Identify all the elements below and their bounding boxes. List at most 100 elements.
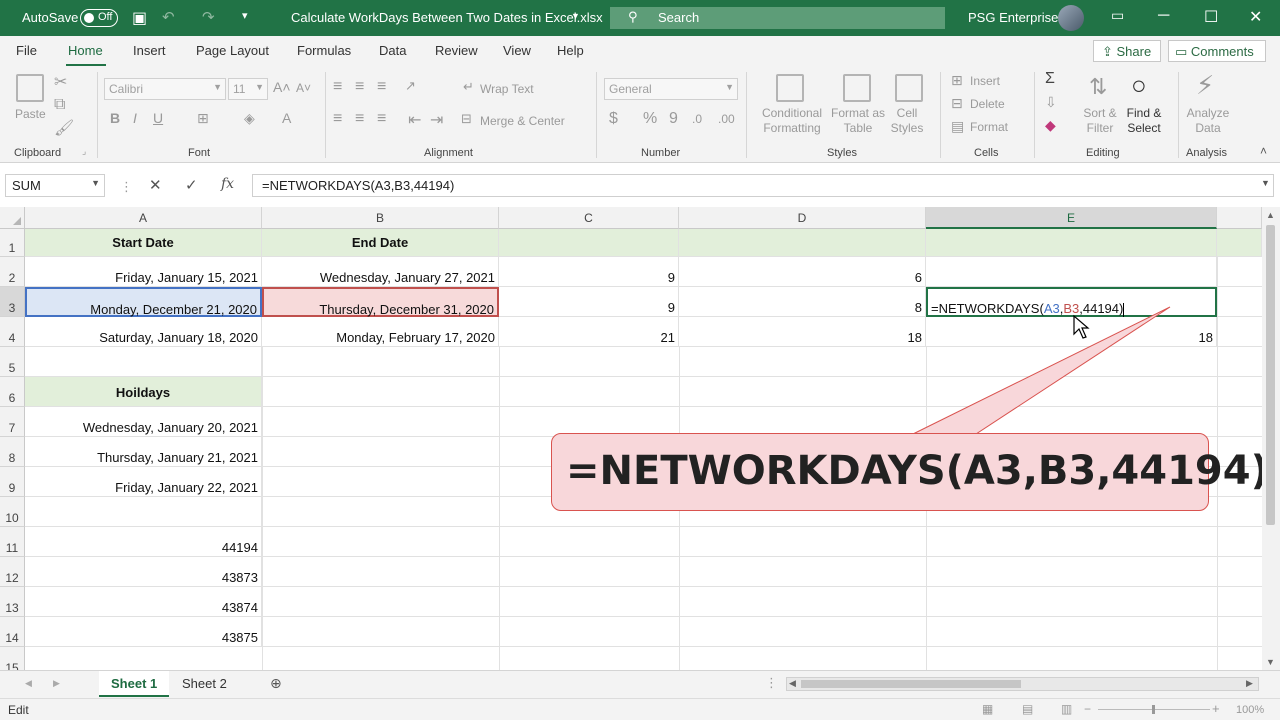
underline-icon[interactable]: U xyxy=(153,110,163,126)
save-icon[interactable]: ▣ xyxy=(132,8,147,28)
cut-icon[interactable]: ✂ xyxy=(54,72,67,92)
page-layout-view-icon[interactable]: ▤ xyxy=(1022,702,1033,716)
paste-icon[interactable] xyxy=(16,74,44,102)
page-break-view-icon[interactable]: ▥ xyxy=(1061,702,1072,716)
tab-data[interactable]: Data xyxy=(379,43,406,58)
borders-icon[interactable]: ⊞ xyxy=(197,110,209,127)
next-sheet-icon[interactable]: ▶ xyxy=(53,678,60,689)
undo-icon[interactable]: ↶ xyxy=(162,8,175,26)
formula-callout: =NETWORKDAYS(A3,B3,44194) xyxy=(551,433,1269,511)
tab-review[interactable]: Review xyxy=(435,43,478,58)
format-cells-button[interactable]: Format xyxy=(970,120,1008,134)
font-color-icon[interactable]: A xyxy=(282,110,291,126)
sheet-tab-1[interactable]: Sheet 1 xyxy=(99,671,170,697)
formula-input[interactable]: =NETWORKDAYS(A3,B3,44194) xyxy=(252,174,1274,197)
scroll-left-icon[interactable]: ◀ xyxy=(789,678,796,689)
clear-icon[interactable]: ◆ xyxy=(1045,117,1056,134)
format-as-table-button[interactable]: Format as Table xyxy=(830,106,886,136)
decrease-decimal-icon[interactable]: .00 xyxy=(718,112,735,126)
share-button[interactable]: ⇪ Share xyxy=(1093,40,1161,62)
ribbon-display-options-icon[interactable]: ▭ xyxy=(1111,7,1124,24)
new-sheet-icon[interactable]: ⊕ xyxy=(270,675,282,692)
percent-icon[interactable]: % xyxy=(643,110,657,128)
increase-decimal-icon[interactable]: .0 xyxy=(692,112,702,126)
minimize-icon[interactable]: ─ xyxy=(1158,7,1169,25)
fill-icon[interactable]: ⇩ xyxy=(1045,94,1057,111)
customize-qat-icon[interactable]: ▾ xyxy=(242,9,248,22)
find-select-button[interactable]: Find & Select xyxy=(1122,106,1166,136)
bottom-align-icon[interactable]: ≡ xyxy=(377,78,386,96)
align-right-icon[interactable]: ≡ xyxy=(377,110,386,128)
align-center-icon[interactable]: ≡ xyxy=(355,110,364,128)
delete-cells-button[interactable]: Delete xyxy=(970,97,1005,111)
expand-formula-bar-icon[interactable]: ▼ xyxy=(1261,178,1270,188)
splitter-grip-icon[interactable]: ⋮ xyxy=(765,675,778,691)
clipboard-launcher-icon[interactable]: ⌟ xyxy=(82,146,86,157)
redo-icon[interactable]: ↷ xyxy=(202,8,215,26)
cell-styles-button[interactable]: Cell Styles xyxy=(887,106,927,136)
increase-indent-icon[interactable]: ⇥ xyxy=(430,110,443,130)
comments-button[interactable]: ▭ Comments xyxy=(1168,40,1266,62)
scroll-right-icon[interactable]: ▶ xyxy=(1246,678,1253,689)
horizontal-scrollbar[interactable]: ◀ ▶ xyxy=(786,677,1259,691)
zoom-level[interactable]: 100% xyxy=(1236,704,1264,716)
cancel-icon[interactable]: ✕ xyxy=(149,176,162,194)
middle-align-icon[interactable]: ≡ xyxy=(355,78,364,96)
align-left-icon[interactable]: ≡ xyxy=(333,110,342,128)
orientation-icon[interactable]: ↗ xyxy=(405,78,416,94)
copy-icon[interactable]: ⧉ xyxy=(54,96,65,114)
comma-style-icon[interactable]: 9 xyxy=(669,110,678,128)
collapse-ribbon-icon[interactable]: ˄ xyxy=(1260,144,1267,158)
number-format-combo[interactable]: General ▼ xyxy=(604,78,738,100)
paste-label[interactable]: Paste xyxy=(15,107,46,121)
horizontal-scroll-thumb[interactable] xyxy=(801,680,1021,688)
tab-file[interactable]: File xyxy=(16,43,37,58)
tab-page-layout[interactable]: Page Layout xyxy=(196,43,269,58)
tab-help[interactable]: Help xyxy=(557,43,584,58)
font-size-combo[interactable]: 11 ▼ xyxy=(228,78,268,100)
sheet-tab-2[interactable]: Sheet 2 xyxy=(170,671,239,697)
autosave-toggle[interactable]: Off xyxy=(80,9,118,27)
zoom-slider-thumb[interactable] xyxy=(1152,705,1155,714)
scroll-down-icon[interactable]: ▼ xyxy=(1266,657,1275,667)
search-box[interactable]: ⚲ Search xyxy=(610,7,945,29)
italic-icon[interactable]: I xyxy=(133,110,137,126)
user-name[interactable]: PSG Enterprises xyxy=(968,10,1065,25)
wrap-text-button[interactable]: Wrap Text xyxy=(480,82,534,96)
font-name-combo[interactable]: Calibri ▼ xyxy=(104,78,226,100)
normal-view-icon[interactable]: ▦ xyxy=(982,702,993,716)
conditional-formatting-button[interactable]: Conditional Formatting xyxy=(760,106,824,136)
zoom-in-icon[interactable]: + xyxy=(1212,701,1220,716)
tab-home[interactable]: Home xyxy=(68,43,103,58)
merge-center-button[interactable]: Merge & Center xyxy=(480,114,565,128)
sort-filter-icon: ⇅ xyxy=(1089,74,1108,99)
fill-color-icon[interactable]: ◈ xyxy=(244,110,255,127)
autosum-icon[interactable]: Σ xyxy=(1045,70,1055,88)
zoom-out-icon[interactable]: − xyxy=(1084,702,1091,716)
tab-view[interactable]: View xyxy=(503,43,531,58)
close-icon[interactable]: ✕ xyxy=(1249,7,1262,27)
avatar[interactable] xyxy=(1058,5,1084,31)
increase-font-icon[interactable]: A˄ xyxy=(273,79,291,95)
name-box[interactable]: SUM ▼ xyxy=(5,174,105,197)
insert-cells-button[interactable]: Insert xyxy=(970,74,1000,88)
decrease-font-icon[interactable]: A˅ xyxy=(296,81,311,95)
file-name-dropdown-icon[interactable]: ▼ xyxy=(571,11,580,21)
analyze-data-button[interactable]: Analyze Data xyxy=(1185,106,1231,136)
scroll-thumb[interactable] xyxy=(1266,225,1275,525)
currency-icon[interactable]: $ xyxy=(609,110,618,128)
vertical-scrollbar[interactable]: ▲ ▼ xyxy=(1262,207,1280,670)
enter-icon[interactable]: ✓ xyxy=(185,176,198,194)
format-painter-icon[interactable]: 🖌 xyxy=(54,118,74,138)
decrease-indent-icon[interactable]: ⇤ xyxy=(408,110,421,130)
previous-sheet-icon[interactable]: ◀ xyxy=(25,678,32,689)
top-align-icon[interactable]: ≡ xyxy=(333,78,342,96)
scroll-up-icon[interactable]: ▲ xyxy=(1266,210,1275,220)
bold-icon[interactable]: B xyxy=(110,110,120,126)
file-name[interactable]: Calculate WorkDays Between Two Dates in … xyxy=(291,10,603,25)
tab-formulas[interactable]: Formulas xyxy=(297,43,351,58)
tab-insert[interactable]: Insert xyxy=(133,43,166,58)
sort-filter-button[interactable]: Sort & Filter xyxy=(1081,106,1119,136)
maximize-icon[interactable]: ☐ xyxy=(1204,7,1218,27)
insert-function-icon[interactable]: fx xyxy=(221,176,234,192)
